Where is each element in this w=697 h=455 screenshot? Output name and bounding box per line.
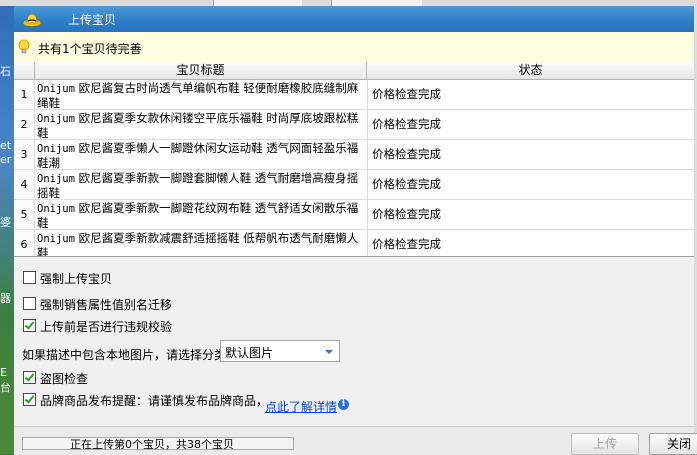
- check-violation-checkbox[interactable]: [23, 319, 36, 332]
- table-row[interactable]: 5 Onijum 欧尼酱夏季新款一脚蹬花纹网布鞋 透气舒适女闲散乐福鞋 价格检查…: [14, 200, 694, 230]
- image-category-value: 默认图片: [225, 346, 274, 360]
- item-brand: Onijum: [37, 143, 75, 155]
- item-table[interactable]: 宝贝标题 状态 1 Onijum 欧尼酱复古时尚透气单编帆布鞋 轻便耐磨橡胶底缝…: [14, 62, 694, 257]
- item-brand: Onijum: [37, 83, 75, 95]
- item-title: Onijum 欧尼酱夏季新款一脚蹬花纹网布鞋 透气舒适女闲散乐福鞋: [37, 201, 365, 229]
- info-icon[interactable]: i: [338, 399, 349, 410]
- table-row[interactable]: 4 Onijum 欧尼酱夏季新款一脚蹬套脚懒人鞋 透气耐磨增高瘦身摇摇鞋 价格检…: [14, 170, 694, 200]
- item-brand: Onijum: [37, 113, 75, 125]
- table-row[interactable]: 6 Onijum 欧尼酱夏季新款减震舒适摇摇鞋 低帮帆布透气耐磨懒人鞋 价格检查…: [14, 230, 694, 257]
- upload-dialog: 上传宝贝 共有1个宝贝待完善 宝贝标题 状态 1 Onijum 欧尼酱复古时尚透…: [14, 6, 697, 455]
- row-number: 5: [14, 200, 35, 229]
- row-number: 1: [14, 80, 35, 109]
- item-status: 价格检查完成: [367, 80, 694, 109]
- item-title-text: 欧尼酱夏季女款休闲镂空平底乐福鞋 时尚厚底坡跟松糕鞋: [37, 111, 359, 139]
- item-status: 价格检查完成: [367, 200, 694, 229]
- item-title: Onijum 欧尼酱夏季懒人一脚蹬休闲女运动鞋 透气网面轻盈乐福鞋潮: [37, 141, 365, 169]
- window-title: 上传宝贝: [68, 13, 117, 27]
- title-bar[interactable]: 上传宝贝: [14, 6, 694, 32]
- force-upload-label[interactable]: 强制上传宝贝: [40, 270, 112, 287]
- desktop-label: 器: [0, 292, 11, 305]
- footer-bar: 正在上传第0个宝贝，共38个宝贝 上传 关闭: [14, 426, 697, 455]
- header-status[interactable]: 状态: [367, 62, 694, 79]
- item-title: Onijum 欧尼酱夏季新款减震舒适摇摇鞋 低帮帆布透气耐磨懒人鞋: [37, 231, 365, 257]
- close-button[interactable]: 关闭: [649, 433, 697, 455]
- anti-theft-label[interactable]: 盗图检查: [40, 370, 88, 387]
- check-violation-label[interactable]: 上传前是否进行违规校验: [40, 318, 172, 335]
- local-image-label: 如果描述中包含本地图片，请选择分类: [22, 348, 227, 362]
- header-title[interactable]: 宝贝标题: [35, 62, 367, 79]
- item-brand: Onijum: [37, 233, 75, 245]
- item-title: Onijum 欧尼酱夏季新款一脚蹬套脚懒人鞋 透气耐磨增高瘦身摇摇鞋: [37, 171, 365, 199]
- brand-detail-link[interactable]: 点此了解详情: [265, 398, 337, 415]
- row-number: 6: [14, 230, 35, 256]
- item-title-text: 欧尼酱夏季新款减震舒适摇摇鞋 低帮帆布透气耐磨懒人鞋: [37, 231, 359, 257]
- table-row[interactable]: 2 Onijum 欧尼酱夏季女款休闲镂空平底乐福鞋 时尚厚底坡跟松糕鞋 价格检查…: [14, 110, 694, 140]
- anti-theft-checkbox[interactable]: [23, 371, 36, 384]
- force-sales-attr-label[interactable]: 强制销售属性值别名迁移: [40, 296, 172, 313]
- item-title: Onijum 欧尼酱夏季女款休闲镂空平底乐福鞋 时尚厚底坡跟松糕鞋: [37, 111, 365, 139]
- item-status: 价格检查完成: [367, 110, 694, 139]
- desktop-label: 婆: [0, 216, 11, 229]
- item-title-text: 欧尼酱夏季懒人一脚蹬休闲女运动鞋 透气网面轻盈乐福鞋潮: [37, 141, 359, 169]
- item-title: Onijum 欧尼酱复古时尚透气单编帆布鞋 轻便耐磨橡胶底缝制麻绳鞋: [37, 81, 365, 109]
- item-brand: Onijum: [37, 173, 75, 185]
- item-title-text: 欧尼酱夏季新款一脚蹬套脚懒人鞋 透气耐磨增高瘦身摇摇鞋: [37, 171, 359, 199]
- desktop-label: E台: [0, 366, 11, 394]
- row-number: 3: [14, 140, 35, 169]
- desktop-background: 石 et er 婆 器 E台: [0, 6, 14, 454]
- item-title-text: 欧尼酱复古时尚透气单编帆布鞋 轻便耐磨橡胶底缝制麻绳鞋: [37, 81, 359, 109]
- desktop-label: 石: [0, 65, 11, 78]
- header-index: [14, 62, 35, 79]
- item-status: 价格检查完成: [367, 230, 694, 256]
- table-header: 宝贝标题 状态: [14, 62, 694, 80]
- desktop-label: er: [0, 153, 12, 166]
- progress-text: 正在上传第0个宝贝，共38个宝贝: [70, 438, 234, 451]
- item-brand: Onijum: [37, 203, 75, 215]
- image-category-select[interactable]: 默认图片: [220, 340, 340, 362]
- upload-button[interactable]: 上传: [571, 433, 639, 455]
- lightbulb-icon: [18, 39, 30, 54]
- item-status: 价格检查完成: [367, 170, 694, 199]
- force-upload-checkbox[interactable]: [23, 271, 36, 284]
- table-row[interactable]: 3 Onijum 欧尼酱夏季懒人一脚蹬休闲女运动鞋 透气网面轻盈乐福鞋潮 价格检…: [14, 140, 694, 170]
- brand-notice-label[interactable]: 品牌商品发布提醒：请谨慎发布品牌商品，: [40, 392, 268, 409]
- table-row[interactable]: 1 Onijum 欧尼酱复古时尚透气单编帆布鞋 轻便耐磨橡胶底缝制麻绳鞋 价格检…: [14, 80, 694, 110]
- row-number: 2: [14, 110, 35, 139]
- item-title-text: 欧尼酱夏季新款一脚蹬花纹网布鞋 透气舒适女闲散乐福鞋: [37, 201, 359, 229]
- row-number: 4: [14, 170, 35, 199]
- chevron-down-icon[interactable]: [325, 350, 333, 354]
- force-sales-attr-checkbox[interactable]: [23, 297, 36, 310]
- hint-text: 共有1个宝贝待完善: [38, 42, 142, 56]
- app-hat-icon: [22, 13, 42, 27]
- desktop-label: et: [0, 139, 12, 152]
- hint-bar: 共有1个宝贝待完善: [14, 32, 694, 63]
- item-status: 价格检查完成: [367, 140, 694, 169]
- brand-notice-checkbox[interactable]: [23, 393, 36, 406]
